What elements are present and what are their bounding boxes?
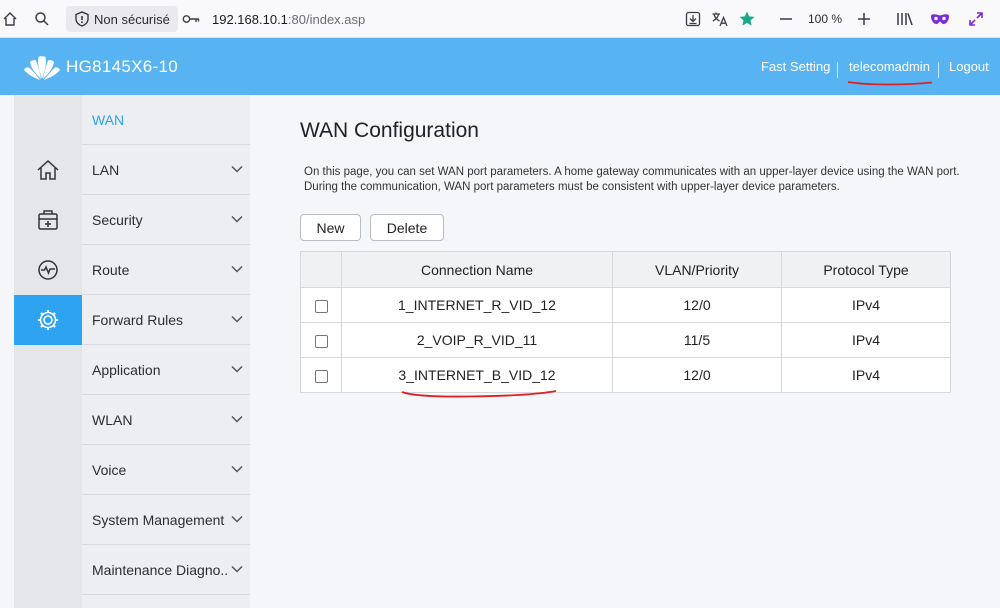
sidebar-item-label: WLAN bbox=[92, 411, 133, 428]
browser-toolbar: Non sécurisé 192.168.10.1:80/index.asp 1… bbox=[0, 0, 1000, 38]
sidebar-item-route[interactable]: Route bbox=[82, 245, 250, 295]
table-row[interactable]: 3_INTERNET_B_VID_12 12/0 IPv4 bbox=[300, 357, 951, 393]
sidebar-item-voice[interactable]: Voice bbox=[82, 445, 250, 495]
row-select-cell bbox=[300, 357, 342, 393]
rail-settings[interactable] bbox=[14, 295, 90, 345]
extension-expand-icon[interactable] bbox=[964, 0, 988, 38]
main-content: WAN Configuration On this page, you can … bbox=[250, 95, 1000, 608]
sidebar-item-label: Application bbox=[92, 361, 161, 378]
fast-setting-link[interactable]: Fast Setting bbox=[761, 38, 830, 95]
chevron-down-icon bbox=[231, 265, 243, 273]
vlan-priority-cell: 12/0 bbox=[612, 357, 782, 393]
sidebar-item-label: WAN bbox=[92, 111, 125, 128]
monitor-icon bbox=[38, 260, 58, 280]
sidebar-menu: WAN LAN Security Route Forward Rules App… bbox=[82, 95, 250, 608]
row-checkbox[interactable] bbox=[314, 369, 328, 383]
rail-home[interactable] bbox=[14, 145, 82, 195]
connection-name-cell[interactable]: 2_VOIP_R_VID_11 bbox=[341, 322, 613, 358]
row-checkbox[interactable] bbox=[314, 334, 328, 348]
chevron-down-icon bbox=[231, 165, 243, 173]
table-row[interactable]: 2_VOIP_R_VID_11 11/5 IPv4 bbox=[300, 322, 951, 358]
column-header-connection-name: Connection Name bbox=[341, 251, 613, 288]
sidebar-item-wlan[interactable]: WLAN bbox=[82, 395, 250, 445]
chevron-down-icon bbox=[231, 365, 243, 373]
header-separator bbox=[938, 62, 939, 78]
private-mask-icon[interactable] bbox=[928, 0, 952, 38]
key-icon[interactable] bbox=[180, 0, 202, 38]
zoom-out-icon[interactable] bbox=[774, 0, 798, 38]
chevron-down-icon bbox=[231, 315, 243, 323]
sidebar-item-forward-rules[interactable]: Forward Rules bbox=[82, 295, 250, 345]
chevron-down-icon bbox=[231, 515, 243, 523]
zoom-in-icon[interactable] bbox=[852, 0, 876, 38]
table-row[interactable]: 1_INTERNET_R_VID_12 12/0 IPv4 bbox=[300, 287, 951, 323]
new-button[interactable]: New bbox=[300, 214, 361, 241]
address-bar[interactable]: 192.168.10.1:80/index.asp bbox=[212, 0, 365, 38]
page-title: WAN Configuration bbox=[300, 119, 479, 142]
column-header-vlan-priority: VLAN/Priority bbox=[612, 251, 782, 288]
url-path: :80/index.asp bbox=[287, 11, 366, 27]
home-icon[interactable] bbox=[0, 0, 20, 38]
sidebar-item-lan[interactable]: LAN bbox=[82, 145, 250, 195]
library-icon[interactable] bbox=[893, 0, 917, 38]
zoom-level[interactable]: 100 % bbox=[808, 0, 842, 38]
logout-link[interactable]: Logout bbox=[949, 38, 989, 95]
device-model: HG8145X6-10 bbox=[66, 56, 178, 76]
sidebar-item-application[interactable]: Application bbox=[82, 345, 250, 395]
sidebar-item-maintenance[interactable]: Maintenance Diagno.. bbox=[82, 545, 250, 595]
column-header-protocol-type: Protocol Type bbox=[781, 251, 951, 288]
table-header-row: Connection Name VLAN/Priority Protocol T… bbox=[300, 251, 951, 288]
security-label: Non sécurisé bbox=[94, 11, 170, 27]
chevron-down-icon bbox=[231, 215, 243, 223]
url-host: 192.168.10.1 bbox=[212, 11, 288, 27]
icon-rail bbox=[14, 95, 90, 608]
rail-advanced[interactable] bbox=[14, 195, 82, 245]
protocol-type-cell: IPv4 bbox=[781, 322, 951, 358]
sidebar-item-security[interactable]: Security bbox=[82, 195, 250, 245]
sidebar-item-wan[interactable]: WAN bbox=[82, 95, 250, 145]
download-icon[interactable] bbox=[682, 0, 704, 38]
chevron-down-icon bbox=[231, 415, 243, 423]
bookmark-star-icon[interactable] bbox=[736, 0, 758, 38]
sidebar-item-label: Security bbox=[92, 211, 143, 228]
huawei-logo bbox=[24, 56, 60, 80]
header-separator bbox=[837, 62, 838, 78]
protocol-type-cell: IPv4 bbox=[781, 357, 951, 393]
sidebar-item-label: LAN bbox=[92, 161, 120, 178]
warning-shield-icon bbox=[75, 11, 89, 27]
chevron-down-icon bbox=[231, 565, 243, 573]
app-header: HG8145X6-10 Fast Setting telecomadmin Lo… bbox=[0, 38, 1000, 95]
security-indicator[interactable]: Non sécurisé bbox=[66, 6, 178, 32]
sidebar-item-label: System Management bbox=[92, 511, 225, 528]
delete-button[interactable]: Delete bbox=[370, 214, 444, 241]
sidebar-item-label: Voice bbox=[92, 461, 127, 478]
chevron-down-icon bbox=[231, 465, 243, 473]
sidebar-item-label: Forward Rules bbox=[92, 311, 184, 328]
row-checkbox[interactable] bbox=[314, 299, 328, 313]
row-select-cell bbox=[300, 287, 342, 323]
sidebar-item-label: Maintenance Diagno.. bbox=[92, 561, 229, 578]
translate-icon[interactable] bbox=[709, 0, 731, 38]
connection-annotation-underline bbox=[401, 390, 557, 398]
vlan-priority-cell: 11/5 bbox=[612, 322, 782, 358]
rail-status[interactable] bbox=[14, 245, 82, 295]
page-description: On this page, you can set WAN port param… bbox=[304, 166, 960, 193]
user-annotation-underline bbox=[847, 81, 933, 86]
search-icon[interactable] bbox=[30, 0, 54, 38]
toolbox-icon bbox=[38, 210, 58, 230]
select-column-header bbox=[300, 251, 342, 288]
protocol-type-cell: IPv4 bbox=[781, 287, 951, 323]
sidebar-item-label: Route bbox=[92, 261, 130, 278]
row-select-cell bbox=[300, 322, 342, 358]
sidebar-item-system-management[interactable]: System Management bbox=[82, 495, 250, 545]
vlan-priority-cell: 12/0 bbox=[612, 287, 782, 323]
wan-table: Connection Name VLAN/Priority Protocol T… bbox=[300, 251, 951, 393]
home-icon bbox=[37, 159, 59, 180]
connection-name-cell[interactable]: 1_INTERNET_R_VID_12 bbox=[341, 287, 613, 323]
gear-icon bbox=[38, 310, 58, 330]
